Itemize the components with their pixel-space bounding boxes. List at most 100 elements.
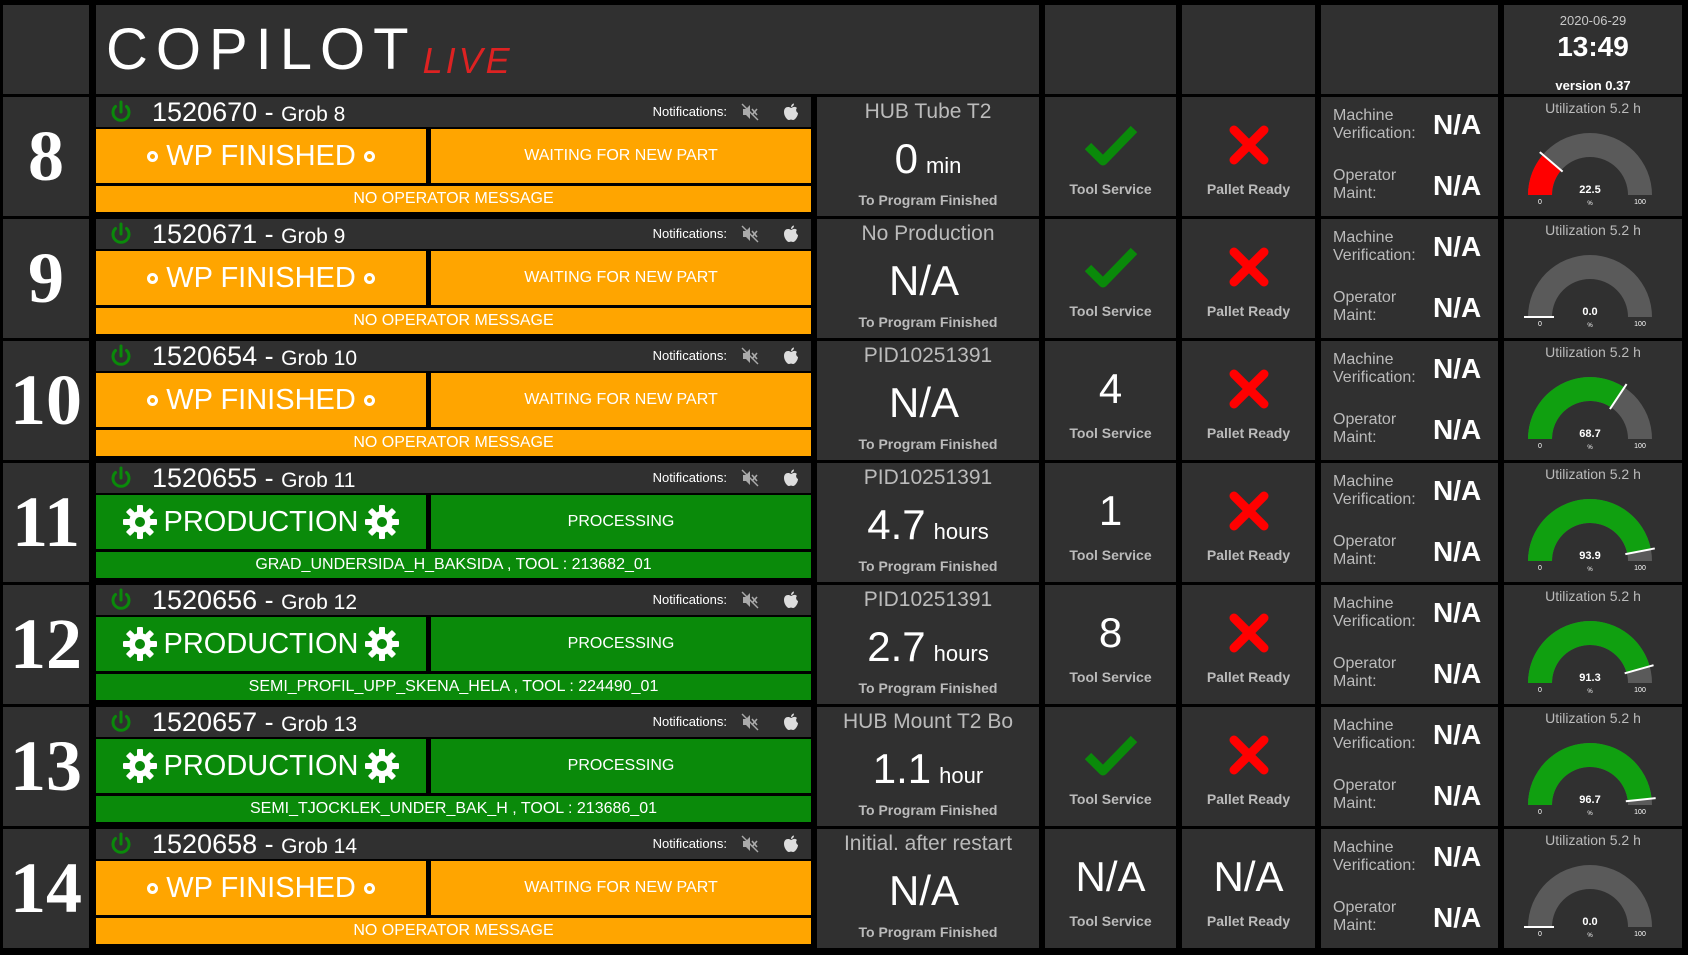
program-panel: PID10251391 2.7 hours To Program Finished: [817, 585, 1039, 704]
verification-panel: Machine Verification: N/A Operator Maint: N…: [1321, 341, 1498, 460]
time-value: N/A: [888, 257, 959, 304]
machine-verification-label: Machine Verification:: [1333, 717, 1416, 752]
machine-status-panel[interactable]: 1520655 - Grob 11 Notifications: PRODUCTIO…: [96, 463, 811, 582]
machine-status-panel[interactable]: 1520657 - Grob 13 Notifications: PRODUCTIO…: [96, 707, 811, 826]
machine-substate: WAITING FOR NEW PART: [431, 129, 811, 183]
operator-maint-value: N/A: [1433, 292, 1482, 323]
gear-icon: [358, 748, 406, 784]
machine-number: 9: [3, 219, 89, 338]
apple-icon[interactable]: [783, 103, 799, 121]
tool-service-value: 8: [1045, 607, 1176, 659]
time-label: 13:49: [1557, 31, 1629, 62]
machine-state: PRODUCTION: [96, 739, 426, 793]
program-name: PID10251391: [863, 466, 993, 489]
machine-status-panel[interactable]: 1520654 - Grob 10 Notifications: WP FINISH…: [96, 341, 811, 460]
machine-state-label: WP FINISHED: [166, 871, 356, 904]
mute-icon[interactable]: [741, 103, 759, 121]
gauge-value: 0.0: [1582, 916, 1597, 928]
utilization-gauge: 93.9% 0 100: [1520, 483, 1660, 579]
operator-message: GRAD_UNDERSIDA_H_BAKSIDA , TOOL : 213682…: [96, 552, 811, 578]
logo-live-text: LIVE: [422, 39, 513, 81]
mute-icon[interactable]: [741, 835, 759, 853]
machine-status-panel[interactable]: 1520670 - Grob 8 Notifications: WP FINISHE…: [96, 97, 811, 216]
pallet-ready-label: Pallet Ready: [1206, 303, 1291, 319]
utilization-panel: Utilization 5.2 h 68.7% 0 100: [1504, 341, 1682, 460]
machine-state: WP FINISHED: [96, 251, 426, 305]
mute-icon[interactable]: [741, 347, 759, 365]
mute-icon[interactable]: [741, 713, 759, 731]
gauge-min: 0: [1538, 199, 1542, 206]
circle-icon: [363, 394, 375, 406]
operator-maint-value: N/A: [1433, 658, 1482, 689]
apple-icon[interactable]: [783, 225, 799, 243]
cross-icon: [1182, 363, 1315, 415]
tool-service: Tool Service: [1045, 97, 1176, 216]
operator-message: SEMI_PROFIL_UPP_SKENA_HELA , TOOL : 2244…: [96, 674, 811, 700]
utilization-panel: Utilization 5.2 h 91.3% 0 100: [1504, 585, 1682, 704]
pallet-ready-label: Pallet Ready: [1206, 547, 1291, 563]
machine-id: 1520656: [152, 585, 258, 615]
machine-name: Grob 14: [281, 835, 358, 858]
machine-status-panel[interactable]: 1520658 - Grob 14 Notifications: WP FINISH…: [96, 829, 811, 948]
utilization-panel: Utilization 5.2 h 96.7% 0 100: [1504, 707, 1682, 826]
gauge-max: 100: [1634, 565, 1646, 572]
machine-title: 1520670 - Grob 8: [152, 97, 345, 130]
machine-status-panel[interactable]: 1520656 - Grob 12 Notifications: PRODUCTIO…: [96, 585, 811, 704]
pallet-ready: Pallet Ready: [1182, 463, 1315, 582]
to-program-finished-label: To Program Finished: [858, 802, 998, 818]
apple-icon[interactable]: [783, 347, 799, 365]
apple-icon[interactable]: [783, 591, 799, 609]
to-program-finished-label: To Program Finished: [858, 558, 998, 574]
utilization-gauge: 22.5% 0 100: [1520, 117, 1660, 213]
gauge-unit: %: [1587, 323, 1593, 329]
program-panel: PID10251391 N/A To Program Finished: [817, 341, 1039, 460]
utilization-label: Utilization 5.2 h: [1545, 466, 1641, 482]
apple-icon[interactable]: [783, 469, 799, 487]
machine-state-label: PRODUCTION: [163, 627, 359, 660]
tool-service-label: Tool Service: [1069, 669, 1152, 685]
tool-service-label: Tool Service: [1069, 913, 1152, 929]
machine-verification-label: Machine Verification:: [1333, 473, 1416, 508]
time-remaining: 2.7 hours: [817, 623, 1039, 671]
time-value: 4.7: [867, 501, 926, 548]
pallet-ready-value: N/A: [1182, 851, 1315, 903]
machine-substate: PROCESSING: [431, 617, 811, 671]
machine-status-panel[interactable]: 1520671 - Grob 9 Notifications: WP FINISHE…: [96, 219, 811, 338]
machine-id: 1520658: [152, 829, 258, 859]
machine-separator: -: [257, 97, 282, 127]
utilization-label: Utilization 5.2 h: [1545, 100, 1641, 116]
clock-panel: 2020-06-29 13:49 version 0.37: [1504, 5, 1682, 94]
pallet-ready-label: Pallet Ready: [1206, 181, 1291, 197]
time-remaining: N/A: [817, 379, 1039, 427]
time-remaining: 1.1 hour: [817, 745, 1039, 793]
gauge-min: 0: [1538, 809, 1542, 816]
operator-message: NO OPERATOR MESSAGE: [96, 430, 811, 456]
program-name: Initial. after restart: [843, 832, 1013, 855]
mute-icon[interactable]: [741, 225, 759, 243]
gauge-max: 100: [1634, 199, 1646, 206]
machine-verification-label: Machine Verification:: [1333, 351, 1416, 386]
machine-name: Grob 11: [281, 469, 356, 492]
apple-icon[interactable]: [783, 713, 799, 731]
apple-icon[interactable]: [783, 835, 799, 853]
verification-panel: Machine Verification: N/A Operator Maint: N…: [1321, 707, 1498, 826]
machine-verification-label: Machine Verification:: [1333, 229, 1416, 264]
machine-number: 8: [3, 97, 89, 216]
operator-maint-label: Operator Maint:: [1333, 411, 1397, 446]
machine-id: 1520670: [152, 97, 258, 127]
machine-state-label: PRODUCTION: [163, 749, 359, 782]
mute-icon[interactable]: [741, 469, 759, 487]
check-icon: [1045, 729, 1176, 781]
notifications-label: Notifications:: [652, 348, 727, 363]
utilization-gauge: 96.7% 0 100: [1520, 727, 1660, 823]
machine-verification-value: N/A: [1433, 597, 1482, 628]
header-number-cell: [3, 5, 89, 94]
program-panel: No Production N/A To Program Finished: [817, 219, 1039, 338]
machine-substate: WAITING FOR NEW PART: [431, 373, 811, 427]
tool-service-label: Tool Service: [1069, 547, 1152, 563]
mute-icon[interactable]: [741, 591, 759, 609]
cross-icon: [1182, 485, 1315, 537]
operator-maint-label: Operator Maint:: [1333, 167, 1397, 202]
cross-icon: [1182, 241, 1315, 293]
operator-maint-label: Operator Maint:: [1333, 899, 1397, 934]
